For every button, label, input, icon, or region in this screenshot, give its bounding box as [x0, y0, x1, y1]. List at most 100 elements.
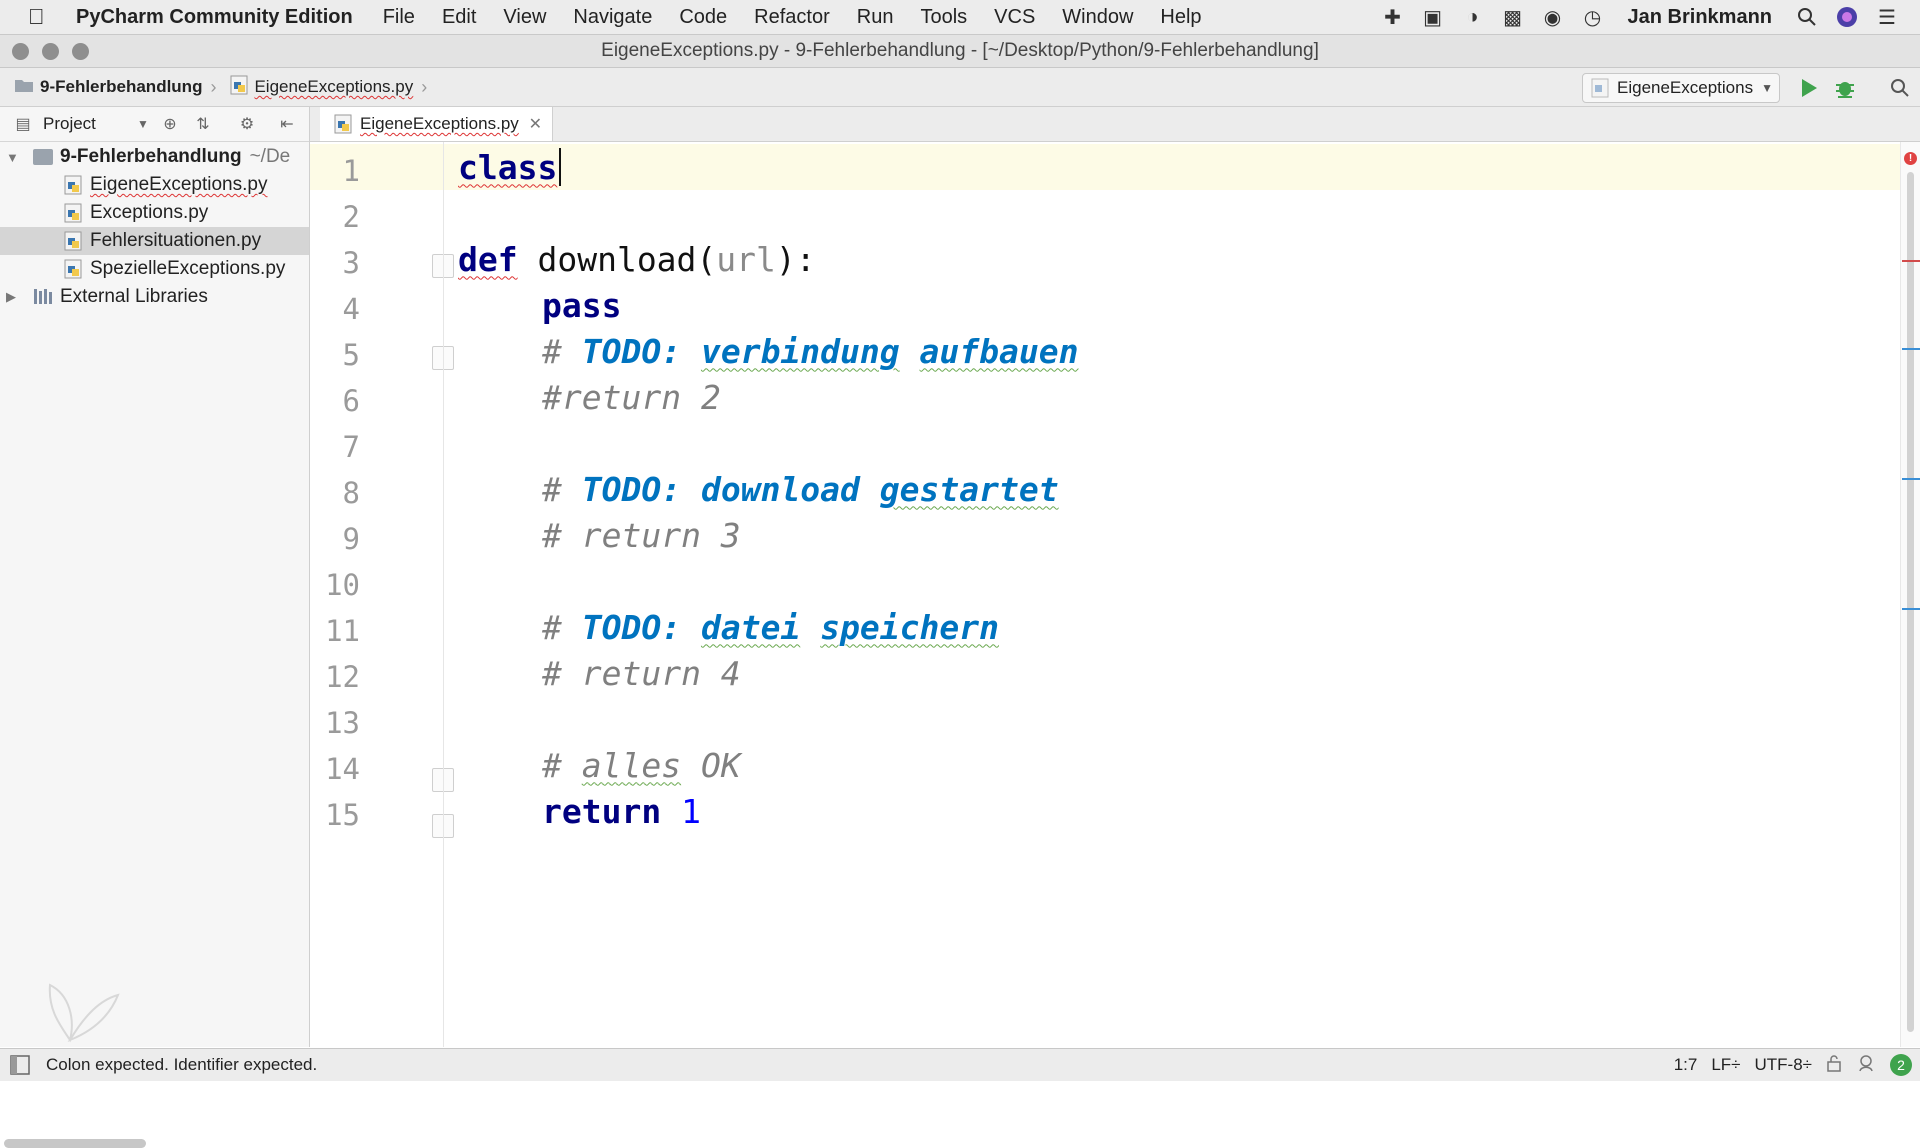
hide-panel-icon[interactable]: ⇤	[276, 113, 298, 135]
python-file-icon	[64, 203, 82, 223]
chevron-right-icon: ›	[421, 76, 428, 97]
gear-icon[interactable]: ⚙	[236, 113, 258, 135]
code-number: 1	[681, 791, 701, 831]
menu-help[interactable]: Help	[1160, 6, 1201, 29]
code-todo-label: TODO:	[581, 607, 682, 647]
breadcrumb-project[interactable]: 9-Fehlerbehandlung ›	[0, 77, 216, 98]
line-number: 13	[325, 706, 360, 740]
collapse-all-icon[interactable]: ⇅	[192, 113, 214, 135]
code-todo-word: datei	[700, 607, 801, 647]
menu-view[interactable]: View	[503, 6, 546, 29]
code-todo-word: verbindung	[700, 331, 900, 371]
run-configuration-label: EigeneExceptions	[1617, 78, 1754, 97]
error-indicator-icon[interactable]: !	[1904, 152, 1917, 165]
window-title-bar: EigeneExceptions.py - 9-Fehlerbehandlung…	[0, 35, 1920, 68]
code-todo-label: TODO:	[581, 331, 682, 371]
line-number: 1	[342, 154, 360, 188]
code-line-4: pass	[542, 282, 621, 328]
tree-item-file[interactable]: EigeneExceptions.py	[0, 171, 309, 199]
scroll-from-source-icon[interactable]: ⊕	[159, 113, 181, 135]
debug-bug-icon[interactable]	[1831, 74, 1859, 102]
line-number: 10	[325, 568, 360, 602]
line-separator[interactable]: LF÷	[1711, 1055, 1740, 1075]
todo-mark[interactable]	[1902, 478, 1920, 480]
folder-icon	[14, 77, 34, 98]
code-todo-label: TODO:	[581, 469, 682, 509]
line-number: 2	[342, 200, 360, 234]
menu-vcs[interactable]: VCS	[994, 6, 1035, 29]
apple-icon[interactable]: 	[28, 4, 56, 30]
close-tab-icon[interactable]: ✕	[529, 114, 542, 134]
code-line-1: class	[458, 144, 562, 190]
tree-item-file[interactable]: SpezielleExceptions.py	[0, 255, 309, 283]
horizontal-scrollbar[interactable]	[4, 1139, 146, 1148]
run-button[interactable]	[1795, 74, 1823, 102]
error-stripe[interactable]: !	[1900, 142, 1920, 1047]
tree-file-label: EigeneExceptions.py	[90, 174, 268, 195]
menu-file[interactable]: File	[383, 6, 415, 29]
python-file-icon	[64, 259, 82, 279]
tab-eigene-exceptions[interactable]: EigeneExceptions.py ✕	[320, 107, 553, 141]
expand-arrow-icon[interactable]: ▼	[6, 150, 19, 165]
menu-user-name[interactable]: Jan Brinkmann	[1628, 6, 1772, 29]
search-everywhere-icon[interactable]	[1886, 74, 1914, 102]
code-keyword: def	[458, 239, 518, 279]
code-keyword: return	[542, 791, 662, 831]
todo-mark[interactable]	[1902, 348, 1920, 350]
menu-refactor[interactable]: Refactor	[754, 6, 830, 29]
chevron-down-icon: ▼	[1761, 81, 1773, 95]
siri-icon[interactable]	[1834, 4, 1860, 30]
menu-tools[interactable]: Tools	[920, 6, 967, 29]
project-view-select[interactable]: Project	[43, 114, 96, 134]
inspector-icon[interactable]	[1856, 1053, 1876, 1078]
tree-item-external-libraries[interactable]: ▶ External Libraries	[0, 283, 309, 311]
vertical-scrollbar[interactable]	[1907, 172, 1914, 1032]
line-number: 12	[325, 660, 360, 694]
run-configuration-select[interactable]: EigeneExceptions ▼	[1582, 73, 1780, 103]
tree-root-path: ~/De	[249, 146, 291, 167]
tree-item-root[interactable]: ▼ 9-Fehlerbehandlung ~/De	[0, 143, 309, 171]
code-editor[interactable]: class def download(url): pass # TODO: ve…	[444, 142, 1900, 1047]
notifications-badge[interactable]: 2	[1890, 1054, 1912, 1076]
tool-windows-toggle-icon[interactable]	[10, 1055, 30, 1080]
line-number: 8	[342, 476, 360, 510]
caret-position[interactable]: 1:7	[1674, 1055, 1698, 1075]
todo-mark[interactable]	[1902, 608, 1920, 610]
menu-code[interactable]: Code	[679, 6, 727, 29]
python-file-icon	[64, 231, 82, 251]
tree-item-file[interactable]: Exceptions.py	[0, 199, 309, 227]
menu-navigate[interactable]: Navigate	[573, 6, 652, 29]
breadcrumb-file[interactable]: EigeneExceptions.py ›	[216, 75, 427, 100]
chevron-down-icon[interactable]: ▼	[132, 113, 154, 135]
file-encoding[interactable]: UTF-8÷	[1755, 1055, 1813, 1075]
watermark-logo	[40, 975, 120, 1050]
tree-item-file-selected[interactable]: Fehlersituationen.py	[0, 227, 309, 255]
search-icon[interactable]	[1794, 4, 1820, 30]
clock-icon[interactable]: ◷	[1580, 4, 1606, 30]
plus-icon[interactable]: ✚	[1380, 4, 1406, 30]
python-file-icon	[334, 114, 352, 139]
camera-icon[interactable]: ▣	[1420, 4, 1446, 30]
expand-arrow-icon[interactable]: ▶	[6, 289, 16, 305]
code-line-3: def download(url):	[458, 236, 816, 282]
code-line-12: # return 4	[542, 650, 741, 696]
menu-run[interactable]: Run	[857, 6, 894, 29]
code-parameter: url	[716, 239, 776, 279]
error-mark[interactable]	[1902, 260, 1920, 262]
menu-app-name[interactable]: PyCharm Community Edition	[76, 6, 353, 29]
lock-icon[interactable]	[1826, 1054, 1842, 1077]
menu-edit[interactable]: Edit	[442, 6, 476, 29]
code-keyword: class	[458, 147, 558, 187]
code-line-8: # TODO: download gestartet	[542, 466, 1059, 512]
code-todo-word: aufbauen	[919, 331, 1079, 371]
video-icon[interactable]: ▩	[1500, 4, 1526, 30]
python-file-icon	[230, 75, 248, 100]
code-line-6: #return 2	[542, 374, 721, 420]
code-comment: #	[542, 607, 582, 647]
line-number: 11	[325, 614, 360, 648]
code-comment-word: alles	[581, 745, 682, 785]
menu-window[interactable]: Window	[1062, 6, 1133, 29]
list-icon[interactable]: ☰	[1874, 4, 1900, 30]
chat-icon[interactable]: ◉	[1540, 4, 1566, 30]
leaf-icon[interactable]: ◑	[1460, 4, 1486, 30]
